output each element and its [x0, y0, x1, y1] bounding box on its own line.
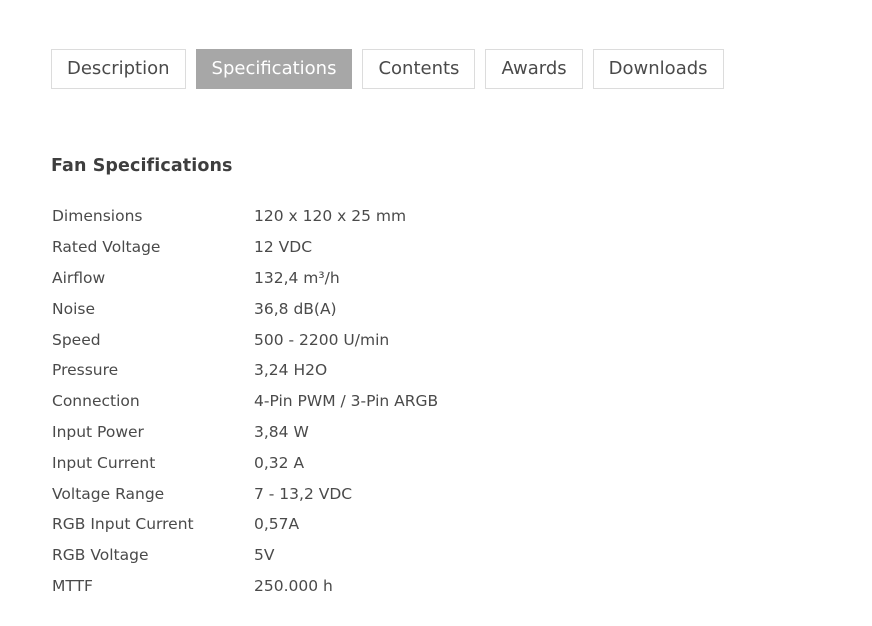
spec-row: MTTF 250.000 h — [52, 571, 438, 602]
spec-label: Rated Voltage — [52, 238, 161, 257]
tab-downloads[interactable]: Downloads — [592, 49, 724, 89]
spec-row: Connection 4-Pin PWM / 3-Pin ARGB — [52, 386, 438, 417]
spec-label: Pressure — [52, 361, 119, 380]
spec-label: Input Power — [52, 422, 144, 441]
spec-label: Connection — [52, 392, 140, 411]
spec-value: 500 - 2200 U/min — [254, 330, 390, 349]
spec-value: 0,32 A — [254, 453, 305, 472]
spec-row: Dimensions 120 x 120 x 25 mm — [52, 201, 438, 232]
spec-value: 3,24 H2O — [254, 361, 328, 380]
spec-row: Airflow 132,4 m³/h — [52, 263, 438, 294]
spec-value: 132,4 m³/h — [254, 268, 340, 287]
spec-value: 120 x 120 x 25 mm — [254, 207, 407, 226]
tab-specifications[interactable]: Specifications — [195, 49, 353, 89]
spec-row: Rated Voltage 12 VDC — [52, 232, 438, 263]
spec-value: 0,57A — [254, 515, 300, 534]
spec-value: 7 - 13,2 VDC — [254, 484, 353, 503]
spec-row: Input Power 3,84 W — [52, 417, 438, 448]
spec-label: Airflow — [52, 268, 106, 287]
spec-row: RGB Input Current 0,57A — [52, 509, 438, 540]
spec-value: 250.000 h — [254, 576, 333, 595]
product-tabs: Description Specifications Contents Awar… — [51, 49, 724, 89]
spec-row: Input Current 0,32 A — [52, 447, 438, 478]
spec-label: Speed — [52, 330, 101, 349]
spec-row: Noise 36,8 dB(A) — [52, 293, 438, 324]
product-detail-page: Description Specifications Contents Awar… — [0, 0, 872, 626]
spec-value: 4-Pin PWM / 3-Pin ARGB — [254, 392, 439, 411]
spec-value: 36,8 dB(A) — [254, 299, 337, 318]
spec-row: Speed 500 - 2200 U/min — [52, 324, 438, 355]
spec-label: Dimensions — [52, 207, 143, 226]
tab-description[interactable]: Description — [51, 49, 186, 89]
section-title: Fan Specifications — [51, 156, 233, 176]
spec-label: MTTF — [52, 576, 93, 595]
spec-label: Input Current — [52, 453, 156, 472]
spec-label: RGB Input Current — [52, 515, 194, 534]
spec-row: RGB Voltage 5V — [52, 540, 438, 571]
tab-contents[interactable]: Contents — [362, 49, 476, 89]
spec-table: Dimensions 120 x 120 x 25 mm Rated Volta… — [52, 201, 438, 601]
spec-value: 3,84 W — [254, 422, 309, 441]
spec-label: Voltage Range — [52, 484, 165, 503]
spec-row: Voltage Range 7 - 13,2 VDC — [52, 478, 438, 509]
spec-value: 5V — [254, 546, 275, 565]
spec-value: 12 VDC — [254, 238, 313, 257]
tab-awards[interactable]: Awards — [485, 49, 583, 89]
spec-row: Pressure 3,24 H2O — [52, 355, 438, 386]
spec-label: RGB Voltage — [52, 546, 149, 565]
spec-label: Noise — [52, 299, 95, 318]
